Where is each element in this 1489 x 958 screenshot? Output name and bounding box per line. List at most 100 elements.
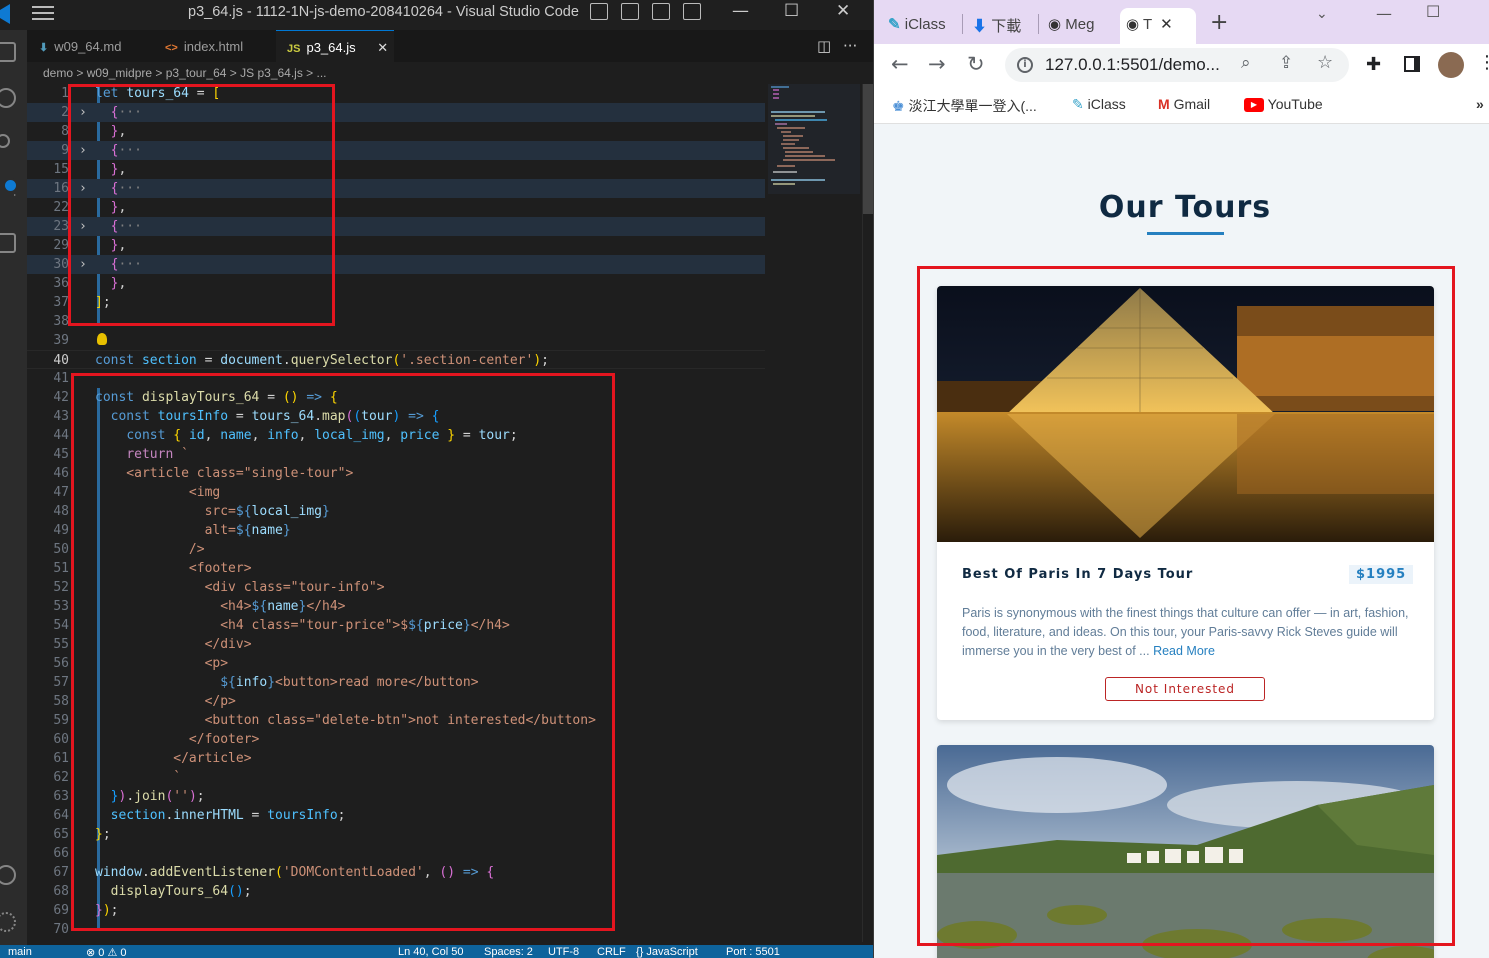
maximize-icon[interactable]: ☐: [1426, 2, 1440, 21]
browser-tab-meg[interactable]: ◉ Meg: [1048, 8, 1116, 44]
code-line-folded[interactable]: 2 › {···: [27, 103, 765, 122]
eol-status[interactable]: CRLF: [597, 946, 626, 958]
tab-index-html[interactable]: <> index.html: [165, 30, 275, 62]
cursor-position[interactable]: Ln 40, Col 50: [398, 946, 463, 958]
scroll-thumb[interactable]: [863, 84, 873, 214]
browser-toolbar: ← → ↻ i 127.0.0.1:5501/demo... ⌕ ⇪ ☆ ✚ ⋮: [874, 44, 1489, 86]
back-icon[interactable]: ←: [891, 52, 909, 76]
vscode-titlebar: p3_64.js - 1112-1N-js-demo-208410264 - V…: [0, 0, 873, 30]
reload-icon[interactable]: ↻: [967, 52, 985, 76]
download-icon: ⬇: [972, 18, 988, 35]
extensions-icon[interactable]: [0, 233, 16, 253]
share-icon[interactable]: ⇪: [1279, 53, 1293, 73]
code-line: 48 src=${local_img}: [53, 504, 330, 519]
maximize-icon[interactable]: ☐: [784, 1, 799, 21]
minimap[interactable]: [765, 84, 863, 942]
search-icon[interactable]: [0, 88, 16, 108]
zoom-icon[interactable]: ⌕: [1241, 53, 1251, 73]
tour-price: $1995: [1349, 565, 1414, 584]
explorer-icon[interactable]: [0, 42, 16, 62]
not-interested-button[interactable]: Not Interested: [1105, 677, 1265, 701]
split-editor-icon[interactable]: ◫: [817, 37, 831, 55]
hamburger-menu-icon[interactable]: [32, 6, 54, 20]
bookmark-star-icon[interactable]: ☆: [1317, 52, 1333, 73]
close-tab-icon[interactable]: ✕: [1160, 16, 1173, 33]
code-line: 66: [53, 846, 69, 861]
iclass-icon: ✎: [888, 16, 901, 33]
bookmarks-bar: ♚ 淡江大學單一登入(... ✎ iClass M Gmail ▶ YouTub…: [874, 86, 1489, 124]
browser-tab-iclass[interactable]: ✎ iClass: [888, 8, 962, 44]
code-line: 22 },: [53, 200, 127, 215]
activity-bar: [0, 30, 27, 945]
tab-search-icon[interactable]: ⌄: [1316, 6, 1328, 22]
close-window-icon[interactable]: ✕: [836, 1, 850, 21]
code-line: 42 const displayTours_64 = () => {: [53, 390, 338, 405]
code-line-folded[interactable]: 9 › {···: [27, 141, 765, 160]
customize-layout-icon[interactable]: [683, 3, 701, 20]
code-line: 70: [53, 922, 69, 937]
minimize-icon[interactable]: —: [732, 1, 749, 21]
toggle-secondary-sidebar-icon[interactable]: [652, 3, 670, 20]
code-line: 63 }).join('');: [53, 789, 205, 804]
indentation-status[interactable]: Spaces: 2: [484, 946, 533, 958]
forward-icon[interactable]: →: [928, 52, 946, 76]
iclass-icon: ✎: [1072, 96, 1084, 112]
code-line-folded[interactable]: 30 › {···: [27, 255, 765, 274]
code-line: 39: [53, 333, 69, 348]
breadcrumb[interactable]: demo > w09_midpre > p3_tour_64 > JS p3_6…: [43, 66, 327, 80]
site-info-icon[interactable]: i: [1017, 57, 1033, 73]
extensions-puzzle-icon[interactable]: ✚: [1366, 54, 1381, 75]
address-bar[interactable]: i 127.0.0.1:5501/demo... ⌕ ⇪ ☆: [1005, 48, 1349, 82]
side-panel-icon[interactable]: [1404, 56, 1420, 72]
url-text[interactable]: 127.0.0.1:5501/demo...: [1045, 55, 1220, 75]
source-control-icon[interactable]: [0, 134, 10, 148]
code-line: 47 <img: [53, 485, 221, 500]
code-line-folded[interactable]: 16 › {···: [27, 179, 765, 198]
bookmark-iclass[interactable]: ✎ iClass: [1072, 96, 1126, 113]
toggle-panel-icon[interactable]: [621, 3, 639, 20]
code-line: 38: [53, 314, 69, 329]
language-mode[interactable]: {} JavaScript: [636, 946, 698, 958]
code-line: 50 />: [53, 542, 205, 557]
editor-tabbar: ⬇ w09_64.md <> index.html JS p3_64.js ✕ ◫ ·…: [27, 30, 873, 62]
toggle-sidebar-icon[interactable]: [590, 3, 608, 20]
live-server-port[interactable]: Port : 5501: [726, 946, 780, 958]
bookmark-gmail[interactable]: M Gmail: [1158, 96, 1210, 112]
globe-icon: ◉: [1048, 16, 1062, 33]
page-title: Our Tours: [1098, 190, 1272, 225]
code-line: 15 },: [53, 162, 127, 177]
minimize-icon[interactable]: —: [1376, 4, 1392, 23]
encoding-status[interactable]: UTF-8: [548, 946, 579, 958]
profile-avatar[interactable]: [1438, 52, 1464, 78]
code-line: 55 </div>: [53, 637, 252, 652]
code-line-folded[interactable]: 23 › {···: [27, 217, 765, 236]
branch-status[interactable]: main: [8, 946, 32, 958]
new-tab-icon[interactable]: +: [1210, 10, 1228, 35]
browser-tab-active[interactable]: ◉ T ✕: [1120, 8, 1196, 44]
code-editor[interactable]: 1 let tours_64 = [ 2 › {··· 8 }, 9 › {··· 1…: [27, 84, 765, 942]
browser-tab-download[interactable]: ⬇ 下載: [972, 8, 1038, 44]
problems-status[interactable]: ⊗ 0 ⚠ 0: [86, 946, 126, 958]
code-line: 60 </footer>: [53, 732, 260, 747]
bookmark-tku-sso[interactable]: ♚ 淡江大學單一登入(...: [892, 96, 1037, 116]
tour-image-paris: [937, 286, 1434, 542]
minimap-preview: [768, 84, 860, 194]
bookmark-youtube[interactable]: ▶ YouTube: [1244, 96, 1323, 113]
close-tab-icon[interactable]: ✕: [377, 40, 388, 55]
editor-scrollbar[interactable]: [862, 84, 873, 942]
code-line: 58 </p>: [53, 694, 236, 709]
settings-gear-icon[interactable]: [0, 912, 16, 932]
tab-w09-md[interactable]: ⬇ w09_64.md: [39, 30, 161, 62]
account-icon[interactable]: [0, 865, 16, 885]
browser-menu-icon[interactable]: ⋮: [1478, 52, 1489, 73]
read-more-button[interactable]: Read More: [1153, 644, 1215, 658]
code-line: 61 </article>: [53, 751, 252, 766]
lightbulb-icon[interactable]: [97, 333, 107, 345]
tour-image-landscape: [937, 745, 1434, 958]
code-line: 51 <footer>: [53, 561, 252, 576]
more-actions-icon[interactable]: ···: [843, 37, 857, 55]
tab-p3-64-js[interactable]: JS p3_64.js ✕: [276, 30, 394, 62]
code-line: 52 <div class="tour-info">: [53, 580, 385, 595]
more-bookmarks-icon[interactable]: »: [1476, 96, 1484, 112]
code-line: 69});: [53, 903, 119, 918]
